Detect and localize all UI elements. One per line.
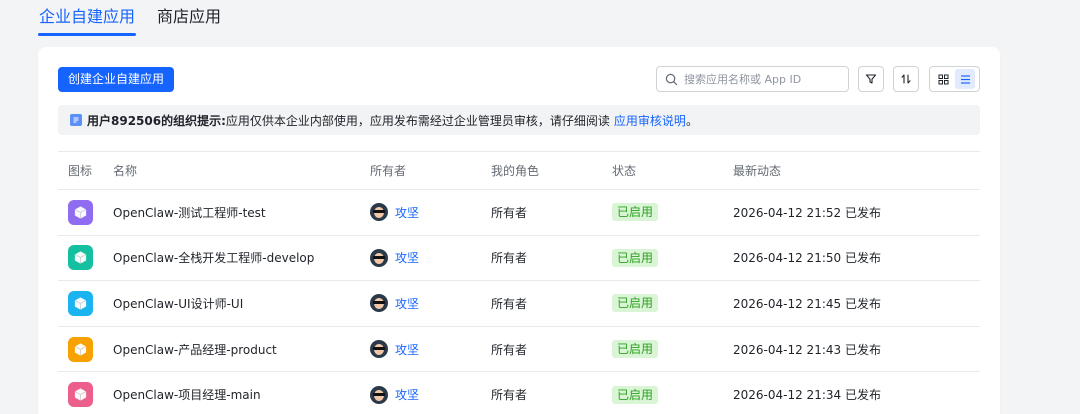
- apps-table: 图标 名称 所有者 我的角色 状态 最新动态 OpenClaw-测试工程师-te…: [58, 151, 980, 414]
- status-badge: 已启用: [612, 248, 659, 267]
- app-cube-icon: [68, 245, 93, 271]
- app-name[interactable]: OpenClaw-测试工程师-test: [113, 189, 370, 236]
- role: 所有者: [491, 235, 612, 282]
- avatar: [370, 294, 388, 313]
- app-name[interactable]: OpenClaw-产品经理-product: [113, 326, 370, 373]
- notice-icon: [70, 114, 82, 126]
- status-badge: 已启用: [612, 294, 659, 313]
- app-name[interactable]: OpenClaw-UI设计师-UI: [113, 280, 370, 327]
- latest-activity: 2026-04-12 21:50 已发布: [733, 235, 980, 282]
- owner-cell: 攻坚: [370, 340, 491, 359]
- table-row[interactable]: OpenClaw-测试工程师-test 攻坚 所有者 已启用 2026-04-1…: [58, 189, 980, 236]
- role: 所有者: [491, 326, 612, 373]
- header-role: 我的角色: [491, 151, 612, 190]
- notice-title: 用户892506的组织提示:: [87, 113, 226, 128]
- owner-cell: 攻坚: [370, 248, 491, 267]
- table-row[interactable]: OpenClaw-UI设计师-UI 攻坚 所有者 已启用 2026-04-12 …: [58, 280, 980, 327]
- header-activity: 最新动态: [733, 151, 980, 190]
- app-name[interactable]: OpenClaw-项目经理-main: [113, 371, 370, 414]
- notice-tail: 。: [685, 113, 698, 128]
- latest-activity: 2026-04-12 21:34 已发布: [733, 371, 980, 414]
- filter-button[interactable]: [858, 66, 884, 92]
- latest-activity: 2026-04-12 21:52 已发布: [733, 189, 980, 236]
- owner-link[interactable]: 攻坚: [395, 295, 419, 312]
- app-cube-icon: [68, 290, 93, 316]
- org-notice: 用户892506的组织提示: 应用仅供本企业内部使用，应用发布需经过企业管理员审…: [58, 105, 980, 135]
- status-badge: 已启用: [612, 203, 659, 222]
- owner-link[interactable]: 攻坚: [395, 249, 419, 266]
- notice-text: 应用仅供本企业内部使用，应用发布需经过企业管理员审核，请仔细阅读: [225, 113, 610, 128]
- search-icon: [665, 73, 678, 85]
- header-status: 状态: [612, 151, 733, 190]
- avatar: [370, 203, 388, 222]
- avatar: [370, 385, 388, 404]
- apps-card: 创建企业自建应用 搜索应用名称或 App ID 用户892506的组织提示: 应…: [38, 47, 1000, 414]
- header-icon: 图标: [58, 151, 113, 190]
- app-cube-icon: [68, 336, 93, 362]
- filter-icon: [865, 74, 877, 84]
- owner-cell: 攻坚: [370, 385, 491, 404]
- tab-enterprise-apps[interactable]: 企业自建应用: [38, 0, 137, 36]
- owner-link[interactable]: 攻坚: [395, 341, 419, 358]
- avatar: [370, 340, 388, 359]
- table-row[interactable]: OpenClaw-项目经理-main 攻坚 所有者 已启用 2026-04-12…: [58, 371, 980, 414]
- header-name: 名称: [113, 151, 370, 190]
- grid-icon: [938, 74, 949, 84]
- table-header-row: 图标 名称 所有者 我的角色 状态 最新动态: [58, 151, 980, 190]
- role: 所有者: [491, 189, 612, 236]
- grid-view-button[interactable]: [934, 69, 954, 89]
- table-row[interactable]: OpenClaw-全栈开发工程师-develop 攻坚 所有者 已启用 2026…: [58, 235, 980, 282]
- sort-button[interactable]: [893, 66, 919, 92]
- owner-link[interactable]: 攻坚: [395, 386, 419, 403]
- list-icon: [960, 74, 970, 84]
- app-cube-icon: [68, 382, 93, 408]
- owner-cell: 攻坚: [370, 294, 491, 313]
- role: 所有者: [491, 280, 612, 327]
- review-guide-link[interactable]: 应用审核说明: [614, 112, 686, 129]
- sort-icon: [901, 74, 911, 84]
- app-tabs: 企业自建应用 商店应用: [38, 0, 222, 38]
- search-box[interactable]: [656, 66, 849, 92]
- avatar: [370, 248, 388, 267]
- table-row[interactable]: OpenClaw-产品经理-product 攻坚 所有者 已启用 2026-04…: [58, 326, 980, 373]
- create-app-button[interactable]: 创建企业自建应用: [58, 67, 175, 92]
- header-owner: 所有者: [370, 151, 491, 190]
- tab-store-apps[interactable]: 商店应用: [156, 0, 222, 34]
- owner-link[interactable]: 攻坚: [395, 204, 419, 221]
- latest-activity: 2026-04-12 21:43 已发布: [733, 326, 980, 373]
- search-input[interactable]: [684, 72, 844, 86]
- status-badge: 已启用: [612, 340, 659, 359]
- app-cube-icon: [68, 199, 93, 225]
- app-name[interactable]: OpenClaw-全栈开发工程师-develop: [113, 235, 370, 282]
- role: 所有者: [491, 371, 612, 414]
- latest-activity: 2026-04-12 21:45 已发布: [733, 280, 980, 327]
- status-badge: 已启用: [612, 385, 659, 404]
- owner-cell: 攻坚: [370, 203, 491, 222]
- list-view-button[interactable]: [955, 69, 976, 89]
- view-toggle: [929, 66, 980, 92]
